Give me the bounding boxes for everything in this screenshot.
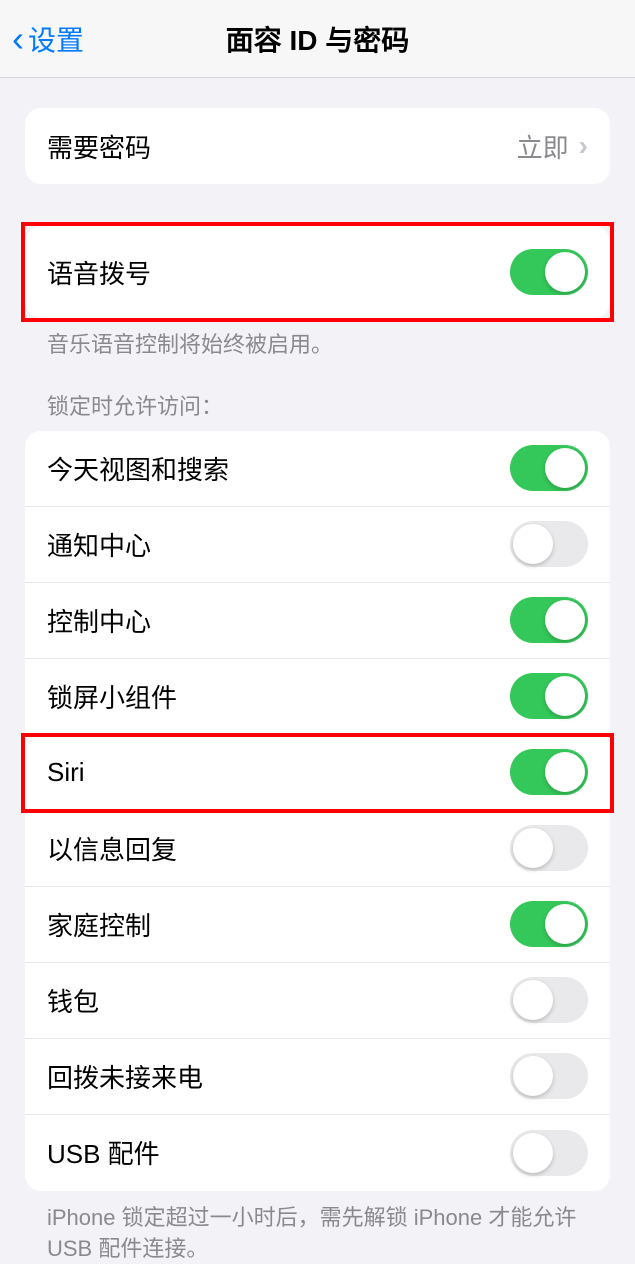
lock-item-label: 钱包 xyxy=(47,982,99,1019)
voice-dial-label: 语音拨号 xyxy=(47,254,151,291)
usb-footer: iPhone 锁定超过一小时后，需先解锁 iPhone 才能允许 USB 配件连… xyxy=(25,1191,610,1264)
lock-item-toggle[interactable] xyxy=(510,521,588,567)
require-passcode-label: 需要密码 xyxy=(47,128,151,165)
lock-item-label: 以信息回复 xyxy=(47,830,177,867)
lock-item-row: 通知中心 xyxy=(25,507,610,583)
lock-item-row: 回拨未接来电 xyxy=(25,1039,610,1115)
lock-item-row: USB 配件 xyxy=(25,1115,610,1191)
lock-item-row: 以信息回复 xyxy=(25,811,610,887)
lock-item-row: 今天视图和搜索 xyxy=(25,431,610,507)
lock-access-header: 锁定时允许访问： xyxy=(25,361,610,431)
voice-dial-row: 语音拨号 xyxy=(25,234,610,310)
require-passcode-value: 立即 xyxy=(517,128,569,165)
voice-dial-toggle[interactable] xyxy=(510,249,588,295)
lock-item-label: 回拨未接来电 xyxy=(47,1058,203,1095)
lock-item-toggle[interactable] xyxy=(510,901,588,947)
nav-bar: ‹ 设置 面容 ID 与密码 xyxy=(0,0,635,78)
lock-item-toggle[interactable] xyxy=(510,825,588,871)
lock-item-label: Siri xyxy=(47,757,85,788)
passcode-group: 需要密码 立即 › xyxy=(25,108,610,184)
lock-item-toggle[interactable] xyxy=(510,445,588,491)
lock-item-toggle[interactable] xyxy=(510,597,588,643)
voice-dial-footer: 音乐语音控制将始终被启用。 xyxy=(25,318,610,361)
lock-item-toggle[interactable] xyxy=(510,749,588,795)
lock-item-row: Siri xyxy=(25,735,610,811)
lock-item-label: 家庭控制 xyxy=(47,906,151,943)
lock-item-label: 通知中心 xyxy=(47,526,151,563)
lock-access-group: 今天视图和搜索通知中心控制中心锁屏小组件 Siri 以信息回复家庭控制钱包回拨未接来… xyxy=(25,431,610,1191)
lock-item-row: 钱包 xyxy=(25,963,610,1039)
back-button[interactable]: ‹ 设置 xyxy=(0,19,84,59)
lock-item-toggle[interactable] xyxy=(510,1053,588,1099)
lock-item-label: 锁屏小组件 xyxy=(47,678,177,715)
back-label: 设置 xyxy=(28,19,84,59)
require-passcode-row[interactable]: 需要密码 立即 › xyxy=(25,108,610,184)
chevron-right-icon: › xyxy=(579,130,588,162)
page-title: 面容 ID 与密码 xyxy=(0,19,635,59)
lock-item-row: 控制中心 xyxy=(25,583,610,659)
lock-item-row: 锁屏小组件 xyxy=(25,659,610,735)
lock-item-label: 今天视图和搜索 xyxy=(47,450,229,487)
lock-item-label: USB 配件 xyxy=(47,1134,160,1171)
lock-item-label: 控制中心 xyxy=(47,602,151,639)
chevron-left-icon: ‹ xyxy=(12,21,24,57)
lock-item-toggle[interactable] xyxy=(510,673,588,719)
voice-dial-group: 语音拨号 xyxy=(25,226,610,318)
lock-item-toggle[interactable] xyxy=(510,1130,588,1176)
lock-item-toggle[interactable] xyxy=(510,977,588,1023)
lock-item-row: 家庭控制 xyxy=(25,887,610,963)
